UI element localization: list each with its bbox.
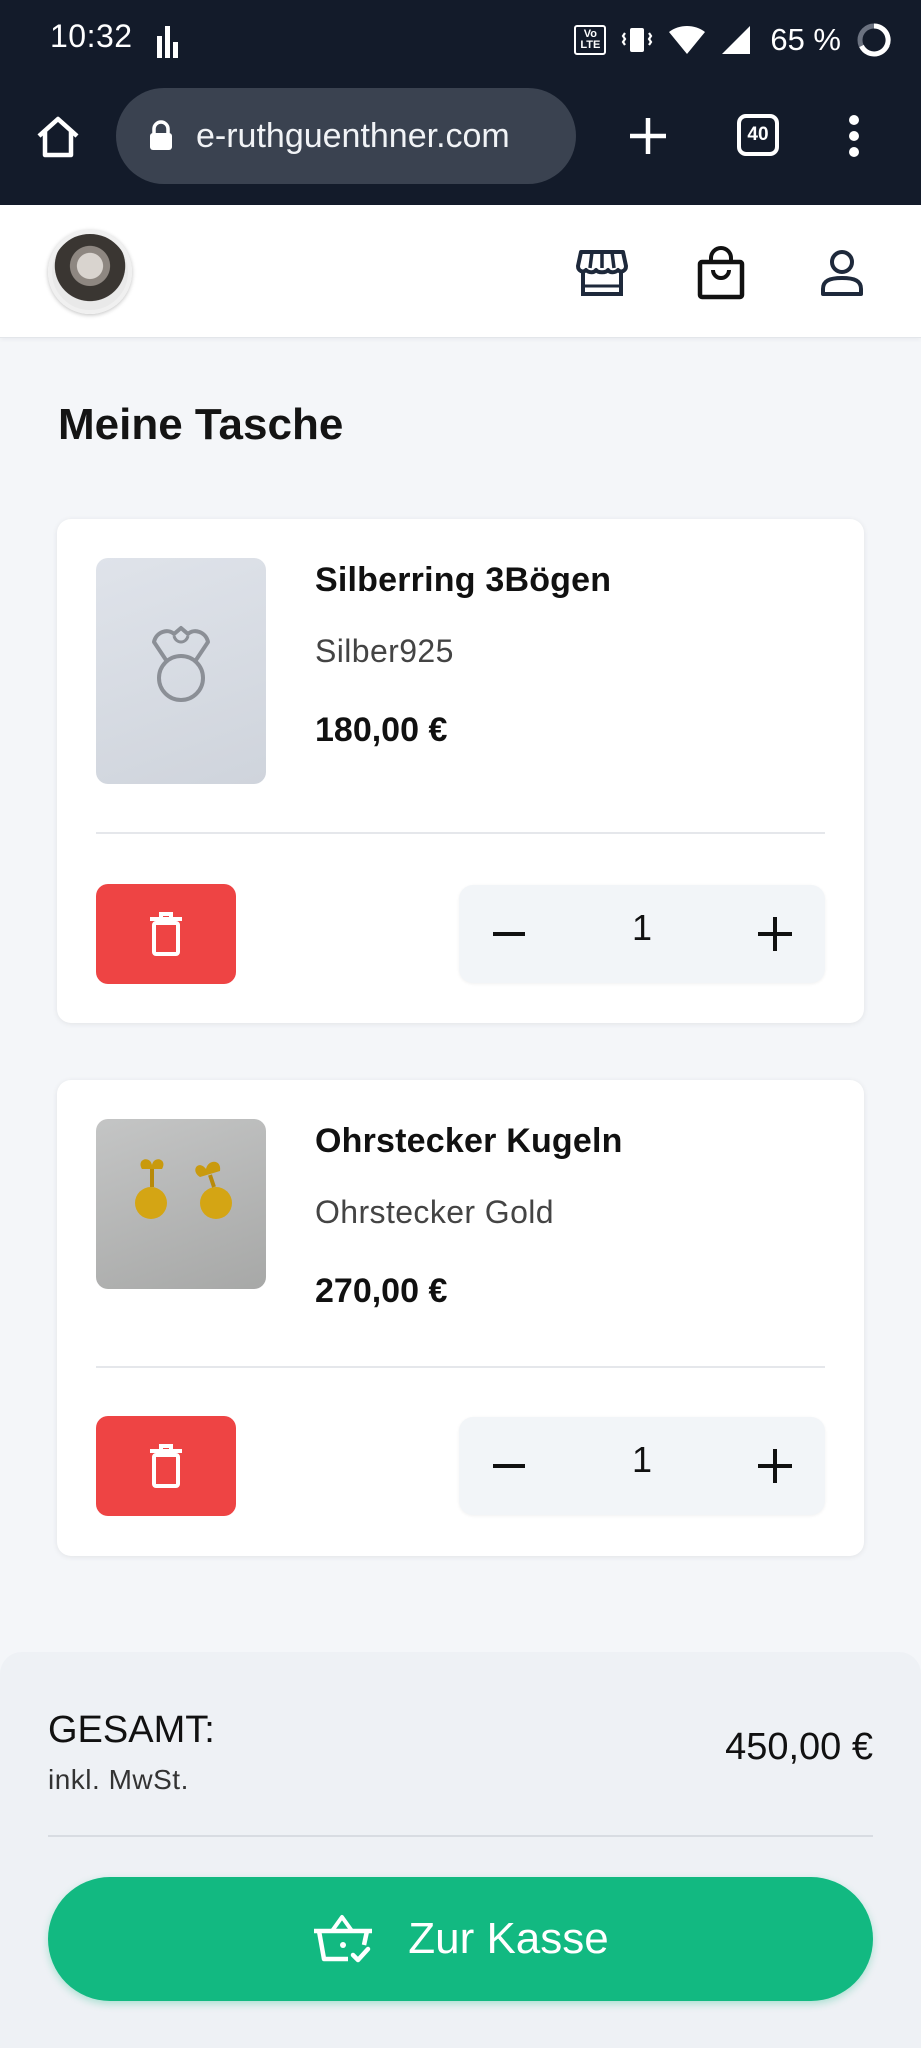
- divider: [96, 832, 825, 834]
- cart-item: Silberring 3Bögen Silber925 180,00 € 1: [57, 519, 864, 1023]
- increase-quantity-button[interactable]: [745, 904, 805, 964]
- battery-ring-icon: [857, 23, 891, 57]
- quantity-value: 1: [631, 1439, 653, 1480]
- battery-percent: 65 %: [770, 22, 841, 57]
- new-tab-button[interactable]: [618, 106, 678, 166]
- page: 10:32 Vo LTE 65 % e-ruthguenthner.com 40…: [0, 0, 921, 2048]
- divider: [48, 1835, 873, 1837]
- plus-icon: [630, 118, 666, 154]
- checkout-label: Zur Kasse: [408, 1914, 609, 1963]
- volte-icon: Vo LTE: [574, 25, 607, 55]
- user-icon: [821, 250, 863, 296]
- signal-activity-icon: [157, 26, 178, 58]
- more-vert-icon: [849, 115, 859, 157]
- home-icon: [37, 116, 79, 158]
- cart-item: Ohrstecker Kugeln Ohrstecker Gold 270,00…: [57, 1080, 864, 1556]
- silver-ring-icon: [152, 626, 210, 702]
- product-image[interactable]: [96, 1119, 266, 1289]
- basket-check-icon: [314, 1915, 373, 1963]
- more-menu-button[interactable]: [836, 108, 872, 164]
- account-button[interactable]: [814, 245, 870, 301]
- total-value: 450,00 €: [725, 1726, 873, 1768]
- product-price: 270,00 €: [315, 1272, 448, 1310]
- minus-icon: [493, 932, 525, 936]
- shopping-bag-icon: [697, 246, 745, 300]
- storefront-icon: [576, 250, 628, 296]
- delete-button[interactable]: [96, 1416, 236, 1516]
- plus-icon: [758, 1449, 792, 1483]
- quantity-stepper: 1: [459, 885, 825, 983]
- logo-avatar[interactable]: [48, 230, 132, 314]
- product-subtitle: Silber925: [315, 633, 454, 669]
- url-bar[interactable]: e-ruthguenthner.com: [116, 88, 576, 184]
- shop-button[interactable]: [574, 245, 630, 301]
- wifi-icon: [669, 26, 706, 54]
- product-subtitle: Ohrstecker Gold: [315, 1194, 554, 1230]
- status-time: 10:32: [50, 18, 133, 54]
- product-name[interactable]: Ohrstecker Kugeln: [315, 1122, 623, 1161]
- cell-signal-icon: [722, 26, 751, 54]
- decrease-quantity-button[interactable]: [479, 904, 539, 964]
- product-name[interactable]: Silberring 3Bögen: [315, 561, 611, 600]
- quantity-stepper: 1: [459, 1417, 825, 1515]
- status-bar: 10:32 Vo LTE 65 %: [0, 0, 921, 80]
- gold-earrings-icon: [135, 1159, 232, 1219]
- product-image[interactable]: [96, 558, 266, 784]
- browser-toolbar: e-ruthguenthner.com 40: [0, 80, 921, 205]
- minus-icon: [493, 1464, 525, 1468]
- trash-icon: [150, 1444, 182, 1488]
- home-button[interactable]: [30, 109, 86, 165]
- url-text: e-ruthguenthner.com: [196, 116, 510, 155]
- divider: [96, 1366, 825, 1368]
- decrease-quantity-button[interactable]: [479, 1436, 539, 1496]
- cart-summary: GESAMT: inkl. MwSt. 450,00 € Zur Kasse: [0, 1652, 921, 2048]
- vibrate-icon: [622, 28, 653, 52]
- shopping-bag-button[interactable]: [693, 245, 749, 301]
- checkout-button[interactable]: Zur Kasse: [48, 1877, 873, 2001]
- tab-switcher-button[interactable]: 40: [737, 114, 779, 156]
- tax-note: inkl. MwSt.: [48, 1764, 189, 1795]
- page-title: Meine Tasche: [58, 400, 344, 449]
- plus-icon: [758, 917, 792, 951]
- trash-icon: [150, 912, 182, 956]
- quantity-value: 1: [631, 907, 653, 948]
- increase-quantity-button[interactable]: [745, 1436, 805, 1496]
- site-header: [0, 205, 921, 338]
- product-price: 180,00 €: [315, 711, 448, 749]
- status-icons: Vo LTE 65 %: [574, 18, 893, 62]
- lock-icon: [148, 120, 174, 152]
- total-label: GESAMT:: [48, 1709, 215, 1751]
- delete-button[interactable]: [96, 884, 236, 984]
